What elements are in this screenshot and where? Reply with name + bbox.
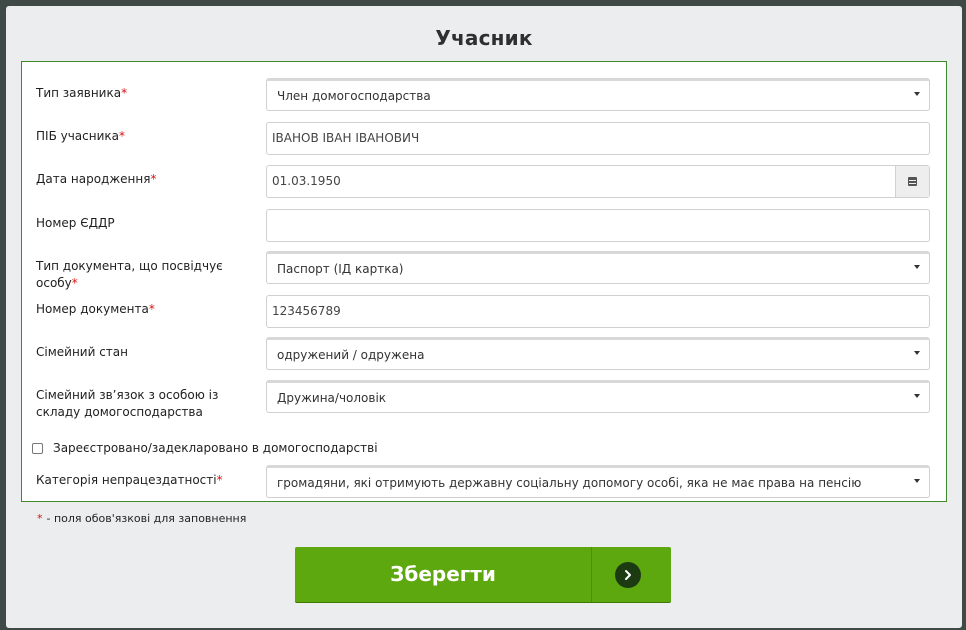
registered-checkbox[interactable] [32,443,43,454]
modal-title: Учасник [435,26,533,50]
birth-date-label: Дата народження* [36,172,157,186]
applicant-type-select[interactable]: Член домогосподарства [266,78,930,111]
applicant-type-label: Тип заявника* [36,86,128,100]
chevron-down-icon [914,351,920,355]
registered-checkbox-label[interactable]: Зареєстровано/задекларовано в домогоспод… [53,440,378,456]
participant-form: Тип заявника* Член домогосподарства ПІБ … [21,61,947,502]
participant-modal: Учасник Тип заявника* Член домогосподарс… [6,6,962,628]
chevron-down-icon [914,479,920,483]
save-button-label: Зберегти [390,562,496,586]
chevron-right-icon [615,562,641,588]
applicant-type-value: Член домогосподарства [277,89,431,103]
document-number-input[interactable]: 123456789 [266,295,930,328]
marital-status-label: Сімейний стан [36,345,128,359]
save-button[interactable]: Зберегти [295,547,671,602]
document-number-value: 123456789 [272,304,341,318]
save-button-divider [591,547,592,602]
calendar-button[interactable] [895,166,929,197]
family-relation-label: Сімейний зв’язок з особою із складу домо… [36,388,219,419]
full-name-label: ПІБ учасника* [36,129,125,143]
birth-date-input[interactable]: 01.03.1950 [266,165,930,198]
marital-status-select[interactable]: одружений / одружена [266,337,930,370]
eddr-number-input[interactable] [266,209,930,242]
chevron-down-icon [914,92,920,96]
marital-status-value: одружений / одружена [277,348,425,362]
eddr-number-label: Номер ЄДДР [36,216,115,230]
family-relation-value: Дружина/чоловік [277,391,387,405]
birth-date-value: 01.03.1950 [272,174,341,188]
full-name-input[interactable]: ІВАНОВ ІВАН ІВАНОВИЧ [266,122,930,155]
document-type-label: Тип документа, що посвідчує особу* [36,259,223,290]
full-name-value: ІВАНОВ ІВАН ІВАНОВИЧ [272,131,420,145]
family-relation-select[interactable]: Дружина/чоловік [266,380,930,413]
document-type-select[interactable]: Паспорт (ІД картка) [266,251,930,284]
chevron-down-icon [914,394,920,398]
disability-category-label: Категорія непрацездатності* [36,473,223,487]
required-fields-note: * - поля обов'язкові для заповнення [37,512,247,525]
calendar-icon [908,177,917,186]
chevron-down-icon [914,265,920,269]
document-number-label: Номер документа* [36,302,155,316]
disability-category-select[interactable]: громадяни, які отримують державну соціал… [266,465,930,498]
disability-category-value: громадяни, які отримують державну соціал… [277,476,862,490]
document-type-value: Паспорт (ІД картка) [277,262,404,276]
